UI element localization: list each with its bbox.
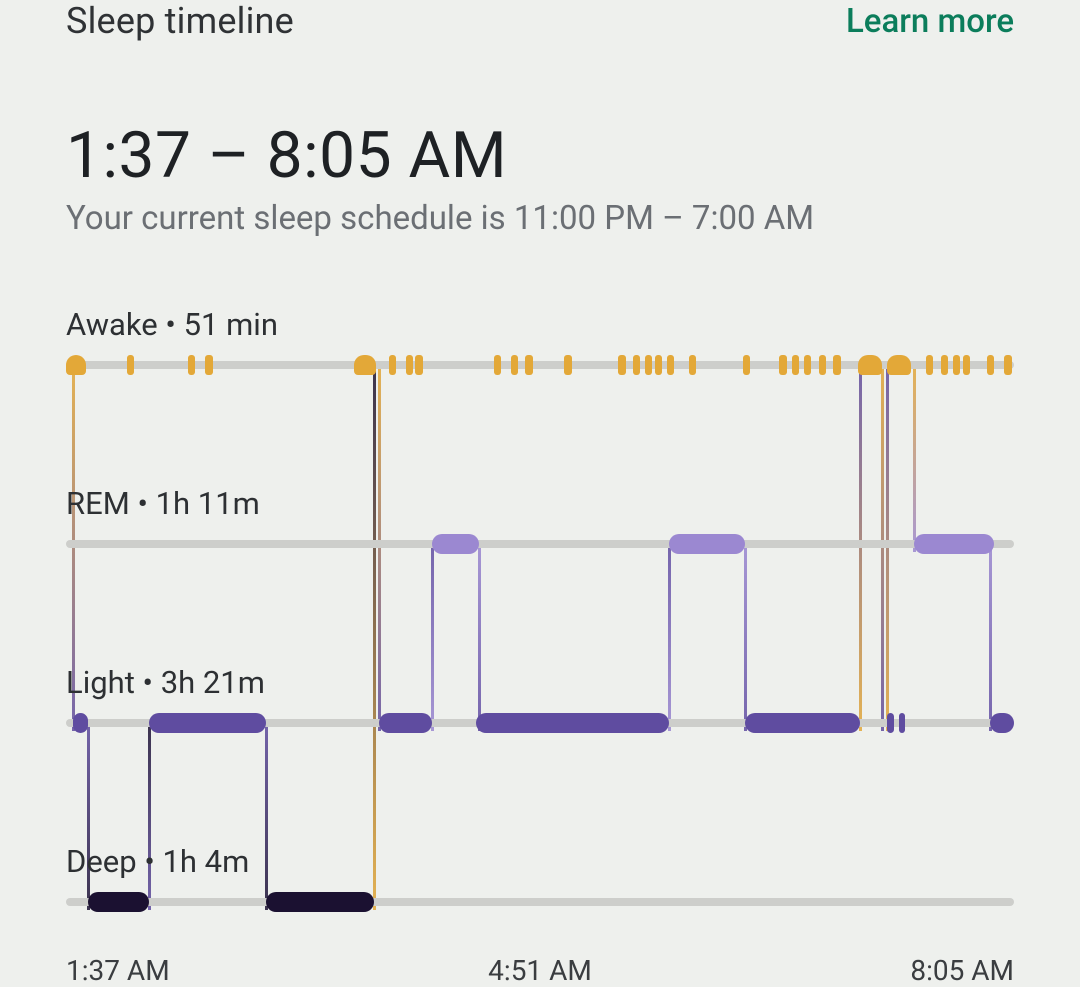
track-awake[interactable] bbox=[66, 355, 1014, 375]
sleep-segment bbox=[633, 355, 640, 375]
sleep-segment bbox=[804, 355, 811, 375]
sleep-segment bbox=[266, 892, 374, 912]
sleep-segment bbox=[941, 355, 948, 375]
sleep-segment bbox=[66, 355, 86, 375]
stage-row-deep: Deep • 1h 4m bbox=[66, 843, 1014, 912]
sleep-segment bbox=[564, 355, 571, 375]
sleep-segment bbox=[667, 355, 674, 375]
stage-row-awake: Awake • 51 min bbox=[66, 306, 1014, 375]
sleep-segment bbox=[899, 713, 905, 733]
section-title: Sleep timeline bbox=[66, 0, 294, 43]
sleep-segment bbox=[914, 534, 995, 554]
sleep-segment bbox=[188, 355, 195, 375]
sleep-segment bbox=[88, 892, 149, 912]
sleep-segment bbox=[476, 713, 669, 733]
sleep-segment bbox=[645, 355, 652, 375]
track-bg bbox=[66, 540, 1014, 548]
sleep-segment bbox=[833, 355, 840, 375]
hypnogram: Awake • 51 min REM • 1h 11m Light • 3h 2… bbox=[66, 306, 1014, 984]
sleep-segment bbox=[858, 355, 882, 375]
sleep-segment bbox=[792, 355, 799, 375]
sleep-segment bbox=[511, 355, 518, 375]
sleep-schedule-subtext: Your current sleep schedule is 11:00 PM … bbox=[66, 199, 1014, 238]
sleep-segment bbox=[618, 355, 625, 375]
sleep-segment bbox=[525, 355, 532, 375]
stage-label-deep: Deep • 1h 4m bbox=[66, 843, 1014, 880]
sleep-segment bbox=[432, 534, 478, 554]
header-row: Sleep timeline Learn more bbox=[66, 0, 1014, 43]
sleep-segment bbox=[379, 713, 433, 733]
stage-row-light: Light • 3h 21m bbox=[66, 664, 1014, 733]
sleep-segment bbox=[415, 355, 422, 375]
sleep-segment bbox=[494, 355, 501, 375]
stage-label-light: Light • 3h 21m bbox=[66, 664, 1014, 701]
sleep-segment bbox=[73, 713, 88, 733]
x-tick-end: 8:05 AM bbox=[910, 954, 1014, 987]
stage-label-awake: Awake • 51 min bbox=[66, 306, 1014, 343]
sleep-segment bbox=[743, 355, 750, 375]
stage-row-rem: REM • 1h 11m bbox=[66, 485, 1014, 554]
sleep-segment bbox=[149, 713, 266, 733]
sleep-segment bbox=[127, 355, 134, 375]
x-axis: 1:37 AM 4:51 AM 8:05 AM bbox=[66, 954, 1014, 984]
sleep-segment bbox=[990, 713, 1014, 733]
sleep-segment bbox=[655, 355, 662, 375]
sleep-segment bbox=[669, 534, 745, 554]
track-deep[interactable] bbox=[66, 892, 1014, 912]
sleep-segment bbox=[205, 355, 212, 375]
sleep-segment bbox=[963, 355, 970, 375]
track-rem[interactable] bbox=[66, 534, 1014, 554]
sleep-segment bbox=[953, 355, 960, 375]
sleep-segment bbox=[689, 355, 696, 375]
stage-label-rem: REM • 1h 11m bbox=[66, 485, 1014, 522]
sleep-segment bbox=[887, 355, 911, 375]
sleep-segment bbox=[1004, 355, 1011, 375]
sleep-segment bbox=[389, 355, 396, 375]
track-light[interactable] bbox=[66, 713, 1014, 733]
sleep-segment bbox=[406, 355, 413, 375]
sleep-segment bbox=[745, 713, 860, 733]
sleep-segment bbox=[926, 355, 933, 375]
sleep-segment bbox=[354, 355, 376, 375]
sleep-timeline-card: Sleep timeline Learn more 1:37 – 8:05 AM… bbox=[0, 0, 1080, 864]
x-tick-mid: 4:51 AM bbox=[488, 954, 592, 987]
track-bg bbox=[66, 898, 1014, 906]
sleep-segment bbox=[779, 355, 786, 375]
sleep-segment bbox=[987, 355, 994, 375]
x-tick-start: 1:37 AM bbox=[66, 954, 170, 987]
sleep-range: 1:37 – 8:05 AM bbox=[66, 119, 1014, 193]
sleep-segment bbox=[819, 355, 826, 375]
learn-more-link[interactable]: Learn more bbox=[846, 2, 1014, 41]
sleep-segment bbox=[887, 713, 894, 733]
